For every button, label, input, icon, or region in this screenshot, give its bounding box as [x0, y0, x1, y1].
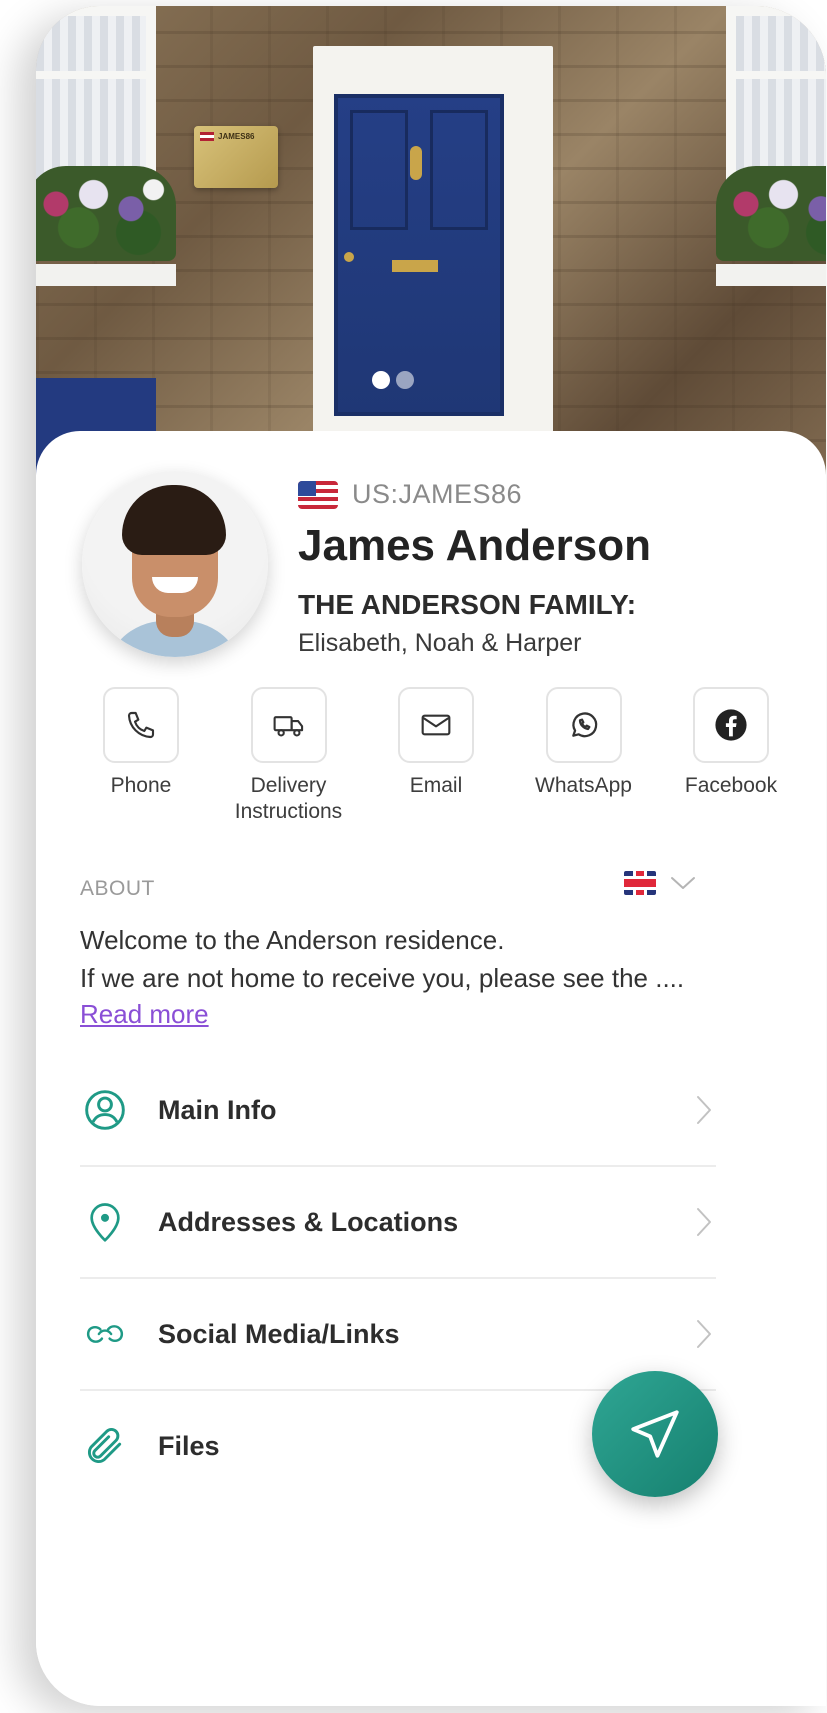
about-line-2: If we are not home to receive you, pleas… — [80, 963, 685, 993]
flower-box-right — [716, 166, 826, 261]
plaque-text: JAMES86 — [218, 132, 255, 141]
menu-label-main-info: Main Info — [158, 1094, 277, 1125]
about-text: Welcome to the Anderson residence. If we… — [80, 921, 770, 997]
about-line-1: Welcome to the Anderson residence. — [80, 925, 505, 955]
send-arrow-icon — [631, 1410, 679, 1458]
door-knob — [344, 252, 354, 262]
facebook-label: Facebook — [684, 774, 778, 797]
facebook-icon-box[interactable] — [693, 687, 769, 763]
email-icon-box[interactable] — [398, 687, 474, 763]
contact-actions: Phone Delivery Instructions Email WhatsA… — [76, 687, 796, 825]
name-plaque: JAMES86 — [194, 126, 278, 188]
whatsapp-icon — [571, 712, 597, 738]
phone-screen: JAMES86 US:JAMES86 James Anderson THE AN… — [36, 6, 826, 1706]
delivery-instructions-button[interactable]: Delivery Instructions — [224, 687, 354, 825]
menu-label-social-links: Social Media/Links — [158, 1318, 400, 1349]
flower-box-left — [36, 166, 176, 261]
house-photo-carousel[interactable]: JAMES86 — [36, 6, 826, 476]
facebook-icon — [715, 709, 747, 741]
delivery-icon-box[interactable] — [250, 687, 327, 763]
chevron-right-icon — [692, 1090, 716, 1130]
uk-flag-icon — [624, 871, 656, 895]
profile-card: US:JAMES86 James Anderson THE ANDERSON F… — [36, 431, 826, 1706]
avatar-hair — [122, 485, 226, 555]
phone-button[interactable]: Phone — [76, 687, 206, 825]
chevron-down-icon — [671, 877, 695, 889]
family-title: THE ANDERSON FAMILY: — [298, 589, 637, 620]
chevron-right-icon — [692, 1202, 716, 1242]
user-circle-icon — [85, 1090, 125, 1130]
window-sill-left — [36, 264, 176, 286]
email-button[interactable]: Email — [371, 687, 501, 825]
phone-icon — [127, 711, 155, 739]
phone-icon-box[interactable] — [103, 687, 179, 763]
family-members: Elisabeth, Noah & Harper — [298, 629, 582, 657]
menu-icon-wrap — [80, 1085, 130, 1135]
menu-label-addresses: Addresses & Locations — [158, 1206, 459, 1237]
email-icon — [421, 714, 451, 736]
email-label: Email — [409, 774, 463, 797]
language-selector[interactable] — [624, 871, 696, 895]
profile-name: James Anderson — [298, 521, 651, 570]
carousel-indicator — [372, 371, 414, 389]
carousel-dot-2[interactable] — [396, 371, 414, 389]
location-pin-icon — [90, 1203, 120, 1242]
delivery-label: Delivery Instructions — [234, 774, 343, 823]
menu-icon-wrap — [80, 1309, 130, 1359]
door-knocker — [410, 146, 422, 180]
paperclip-icon — [88, 1428, 122, 1463]
whatsapp-icon-box[interactable] — [545, 687, 622, 763]
menu-icon-wrap — [80, 1197, 130, 1247]
menu-icon-wrap — [80, 1421, 130, 1471]
us-flag-icon — [298, 480, 338, 509]
phone-label: Phone — [110, 774, 172, 797]
delivery-truck-icon — [273, 716, 303, 737]
front-door — [334, 94, 504, 416]
avatar — [82, 471, 268, 657]
facebook-button[interactable]: Facebook — [666, 687, 796, 825]
menu-item-social-links[interactable]: Social Media/Links — [80, 1279, 716, 1391]
send-fab-button[interactable] — [592, 1371, 718, 1497]
menu-item-addresses[interactable]: Addresses & Locations — [80, 1167, 716, 1279]
about-heading: ABOUT — [80, 877, 155, 900]
menu-item-main-info[interactable]: Main Info — [80, 1055, 716, 1167]
whatsapp-label: WhatsApp — [535, 774, 632, 797]
read-more-link[interactable]: Read more — [80, 999, 209, 1030]
user-id: US:JAMES86 — [352, 479, 523, 509]
whatsapp-button[interactable]: WhatsApp — [519, 687, 649, 825]
letter-slot — [392, 260, 438, 272]
plaque-flag-icon — [200, 132, 214, 142]
chevron-right-icon — [692, 1314, 716, 1354]
window-sill-right — [716, 264, 826, 286]
link-icon — [86, 1325, 124, 1343]
user-id-row: US:JAMES86 — [298, 479, 522, 510]
carousel-dot-1[interactable] — [372, 371, 390, 389]
